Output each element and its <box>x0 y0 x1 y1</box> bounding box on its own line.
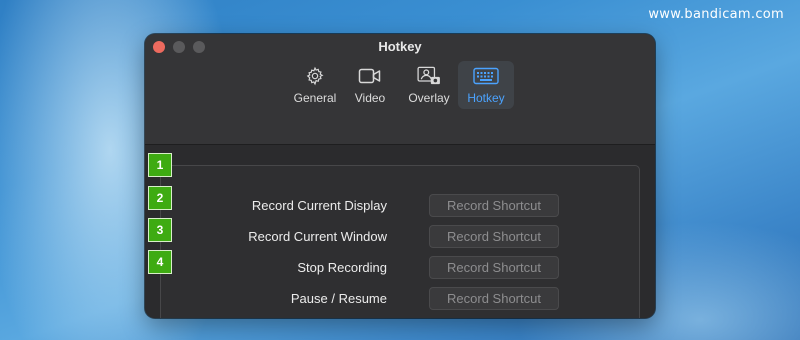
record-shortcut-button[interactable]: Record Shortcut <box>429 225 559 248</box>
hotkey-content: Record Current Display Record Shortcut R… <box>145 145 655 318</box>
gear-icon <box>306 66 324 86</box>
title-bar: Hotkey General Video Overlay Hotkey <box>145 34 655 145</box>
tab-video-label: Video <box>354 91 386 105</box>
hotkey-row-record-window: Record Current Window Record Shortcut <box>161 225 639 249</box>
record-shortcut-button[interactable]: Record Shortcut <box>429 256 559 279</box>
keyboard-icon <box>473 67 499 85</box>
step-badge: 2 <box>148 186 172 210</box>
record-shortcut-button[interactable]: Record Shortcut <box>429 287 559 310</box>
hotkey-window: Hotkey General Video Overlay Hotkey Reco… <box>145 34 655 318</box>
tab-overlay[interactable]: Overlay <box>403 61 455 109</box>
step-badge: 4 <box>148 250 172 274</box>
hotkey-row-stop-recording: Stop Recording Record Shortcut <box>161 256 639 280</box>
tab-overlay-label: Overlay <box>408 91 450 105</box>
step-badge: 3 <box>148 218 172 242</box>
hotkey-label: Record Current Display <box>251 198 387 213</box>
hotkey-settings-panel: Record Current Display Record Shortcut R… <box>160 165 640 318</box>
step-badge: 1 <box>148 153 172 177</box>
watermark: www.bandicam.com <box>648 7 784 22</box>
tab-general[interactable]: General <box>290 61 340 109</box>
record-shortcut-button[interactable]: Record Shortcut <box>429 194 559 217</box>
window-title: Hotkey <box>378 39 422 54</box>
tab-hotkey-label: Hotkey <box>467 91 505 105</box>
video-camera-icon <box>358 68 381 84</box>
hotkey-label: Stop Recording <box>297 260 387 275</box>
tab-general-label: General <box>293 91 337 105</box>
hotkey-label: Record Current Window <box>248 229 387 244</box>
tab-video[interactable]: Video <box>347 61 393 109</box>
hotkey-label: Pause / Resume <box>290 291 387 306</box>
hotkey-row-pause-resume: Pause / Resume Record Shortcut <box>161 287 639 311</box>
tab-hotkey[interactable]: Hotkey <box>458 61 514 109</box>
overlay-photo-icon <box>417 66 440 85</box>
hotkey-row-record-display: Record Current Display Record Shortcut <box>161 194 639 218</box>
